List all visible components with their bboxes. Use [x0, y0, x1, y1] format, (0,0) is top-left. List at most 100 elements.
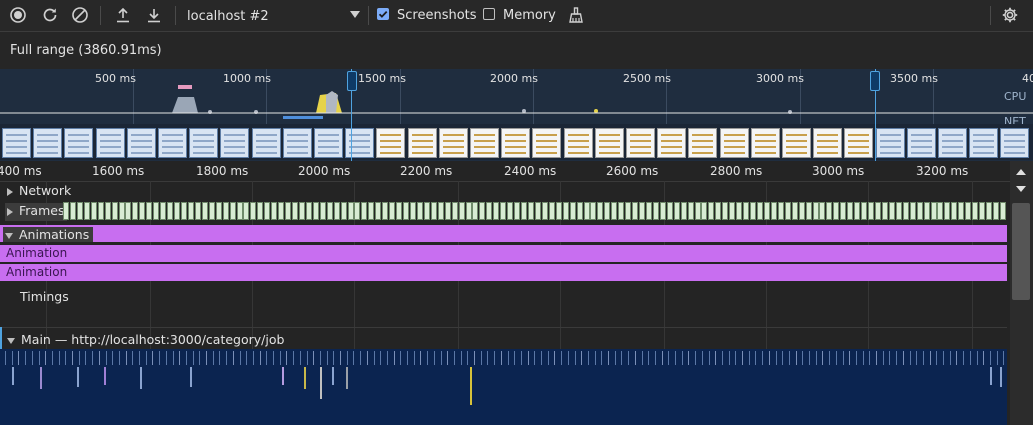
- frame-block[interactable]: [153, 202, 160, 220]
- frame-block[interactable]: [673, 202, 680, 220]
- frame-block[interactable]: [396, 202, 403, 220]
- frame-block[interactable]: [847, 202, 854, 220]
- frame-block[interactable]: [507, 202, 514, 220]
- memory-checkbox[interactable]: [483, 8, 495, 20]
- frame-block[interactable]: [340, 202, 347, 220]
- frame-block[interactable]: [583, 202, 590, 220]
- frame-block[interactable]: [479, 202, 486, 220]
- right-selection-handle[interactable]: [870, 71, 880, 91]
- frame-block[interactable]: [930, 202, 937, 220]
- frame-block[interactable]: [743, 202, 750, 220]
- frame-block[interactable]: [604, 202, 611, 220]
- frame-block[interactable]: [979, 202, 986, 220]
- frame-block[interactable]: [229, 202, 236, 220]
- frame-block[interactable]: [618, 202, 625, 220]
- frame-block[interactable]: [951, 202, 958, 220]
- frame-block[interactable]: [555, 202, 562, 220]
- frame-block[interactable]: [777, 202, 784, 220]
- frame-block[interactable]: [687, 202, 694, 220]
- frame-block[interactable]: [541, 202, 548, 220]
- frame-block[interactable]: [715, 202, 722, 220]
- reload-icon[interactable]: [40, 5, 60, 25]
- frame-block[interactable]: [118, 202, 125, 220]
- frame-block[interactable]: [569, 202, 576, 220]
- frame-block[interactable]: [236, 202, 243, 220]
- frame-block[interactable]: [652, 202, 659, 220]
- clear-icon[interactable]: [70, 5, 90, 25]
- frame-block[interactable]: [257, 202, 264, 220]
- frame-block[interactable]: [999, 202, 1006, 220]
- frame-block[interactable]: [750, 202, 757, 220]
- frame-block[interactable]: [833, 202, 840, 220]
- frame-block[interactable]: [916, 202, 923, 220]
- frame-block[interactable]: [958, 202, 965, 220]
- frame-block[interactable]: [625, 202, 632, 220]
- frame-block[interactable]: [104, 202, 111, 220]
- frame-block[interactable]: [493, 202, 500, 220]
- frame-block[interactable]: [264, 202, 271, 220]
- scrollbar-thumb[interactable]: [1012, 203, 1030, 300]
- frame-block[interactable]: [576, 202, 583, 220]
- frame-block[interactable]: [132, 202, 139, 220]
- frame-block[interactable]: [347, 202, 354, 220]
- frame-block[interactable]: [382, 202, 389, 220]
- timeline-overview[interactable]: 500 ms 1000 ms 1500 ms 2000 ms 2500 ms 3…: [0, 69, 1033, 161]
- left-selection-handle[interactable]: [347, 71, 357, 91]
- frame-block[interactable]: [63, 202, 69, 220]
- frame-block[interactable]: [527, 202, 534, 220]
- frame-block[interactable]: [986, 202, 993, 220]
- frame-block[interactable]: [208, 202, 215, 220]
- settings-gear-icon[interactable]: [1000, 5, 1020, 25]
- frame-block[interactable]: [923, 202, 930, 220]
- frame-block[interactable]: [354, 202, 361, 220]
- frame-block[interactable]: [326, 202, 333, 220]
- frame-block[interactable]: [534, 202, 541, 220]
- frame-block[interactable]: [368, 202, 375, 220]
- frame-block[interactable]: [305, 202, 312, 220]
- frame-block[interactable]: [215, 202, 222, 220]
- frame-block[interactable]: [174, 202, 181, 220]
- frame-block[interactable]: [292, 202, 299, 220]
- frame-block[interactable]: [194, 202, 201, 220]
- frame-block[interactable]: [76, 202, 83, 220]
- frame-block[interactable]: [111, 202, 118, 220]
- frame-block[interactable]: [486, 202, 493, 220]
- frame-block[interactable]: [437, 202, 444, 220]
- frame-block[interactable]: [187, 202, 194, 220]
- record-icon[interactable]: [8, 5, 28, 25]
- frame-block[interactable]: [201, 202, 208, 220]
- scroll-down-arrow-icon[interactable]: [1016, 186, 1026, 192]
- frame-block[interactable]: [333, 202, 340, 220]
- frame-block[interactable]: [410, 202, 416, 220]
- frame-block[interactable]: [416, 202, 423, 220]
- frame-block[interactable]: [708, 202, 715, 220]
- frame-block[interactable]: [840, 202, 847, 220]
- frame-block[interactable]: [854, 202, 861, 220]
- frame-block[interactable]: [500, 202, 507, 220]
- track-timings[interactable]: Timings: [20, 289, 69, 304]
- frame-block[interactable]: [632, 202, 639, 220]
- vertical-scrollbar[interactable]: [1010, 161, 1033, 425]
- frame-block[interactable]: [701, 202, 708, 220]
- frame-block[interactable]: [90, 202, 97, 220]
- frame-block[interactable]: [83, 202, 90, 220]
- upload-icon[interactable]: [113, 5, 133, 25]
- frame-block[interactable]: [146, 202, 153, 220]
- scroll-up-arrow-icon[interactable]: [1016, 169, 1026, 175]
- frame-block[interactable]: [972, 202, 979, 220]
- frame-block[interactable]: [562, 202, 569, 220]
- frame-block[interactable]: [937, 202, 944, 220]
- frame-block[interactable]: [278, 202, 285, 220]
- frame-block[interactable]: [375, 202, 382, 220]
- frame-block[interactable]: [430, 202, 437, 220]
- frame-block[interactable]: [736, 202, 743, 220]
- track-network[interactable]: Network: [7, 183, 71, 198]
- frame-block[interactable]: [791, 202, 798, 220]
- frame-block[interactable]: [694, 202, 701, 220]
- frame-block[interactable]: [757, 202, 763, 220]
- frame-block[interactable]: [909, 202, 916, 220]
- frame-block[interactable]: [611, 202, 618, 220]
- frame-block[interactable]: [271, 202, 278, 220]
- frame-block[interactable]: [361, 202, 368, 220]
- track-animations[interactable]: Animations: [3, 227, 94, 242]
